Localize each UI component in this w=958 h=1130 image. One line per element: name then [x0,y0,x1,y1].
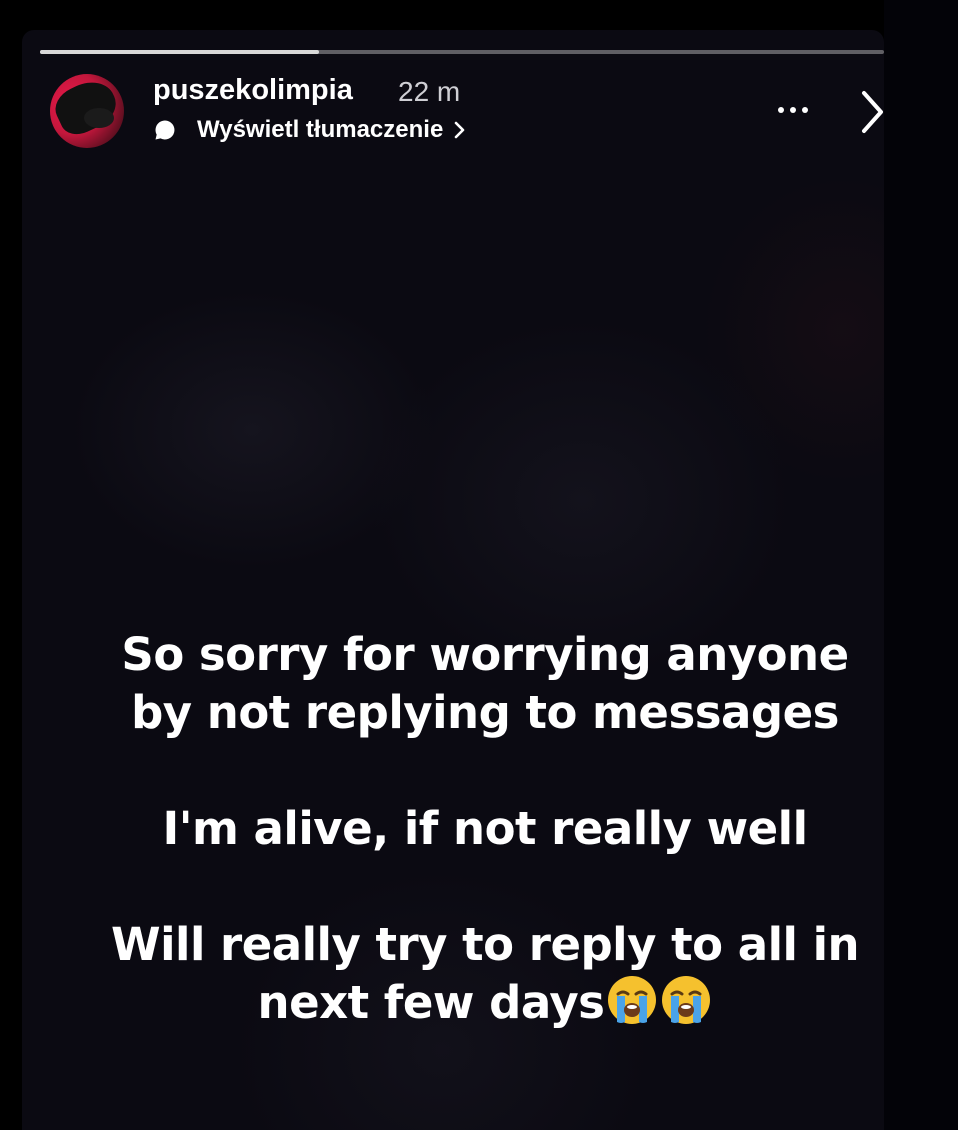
next-story-button[interactable] [852,84,892,140]
loudly-crying-face-emoji [608,976,657,1024]
more-options-icon [778,107,784,113]
story-progress-bar [40,50,884,54]
story-caption: So sorry for worrying anyone by not repl… [22,626,948,1032]
avatar-dark-shape-2 [84,108,114,128]
caption-line: I'm alive, if not really well [162,802,808,855]
caption-line: next few days [257,976,605,1029]
caption-line-with-emoji: next few days [22,974,948,1032]
caption-paragraph: I'm alive, if not really well [22,800,948,858]
caption-paragraph: So sorry for worrying anyone by not repl… [22,626,948,742]
username[interactable]: puszekolimpia [153,74,353,107]
translate-label: Wyświetl tłumaczenie [197,116,444,143]
speech-bubble-icon [153,118,177,142]
caption-line: by not replying to messages [131,686,839,739]
translate-link[interactable]: Wyświetl tłumaczenie [153,114,471,146]
more-options-icon-dot [790,107,796,113]
loudly-crying-face-emoji [662,976,711,1024]
chevron-right-icon [453,119,471,141]
timestamp: 22 m [398,76,461,107]
more-options-button[interactable] [766,94,820,126]
avatar[interactable] [50,74,124,148]
chevron-right-icon [862,91,883,133]
caption-line: Will really try to reply to all in [110,918,860,971]
caption-paragraph: Will really try to reply to all in next … [22,916,948,1032]
more-options-icon-dot [802,107,808,113]
avatar-dark-shape [50,74,123,141]
story-progress-fill [40,50,319,54]
caption-line: So sorry for worrying anyone [121,628,849,681]
